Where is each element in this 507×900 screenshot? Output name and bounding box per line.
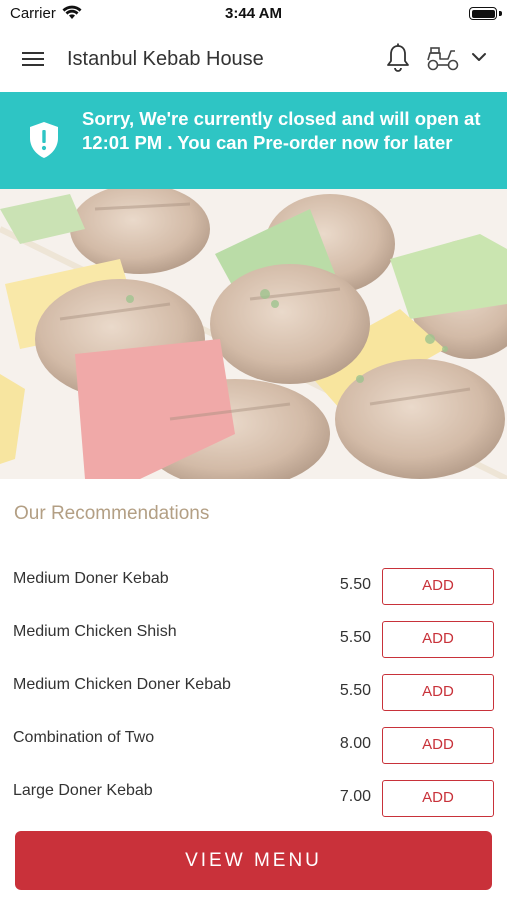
- item-name: Medium Chicken Shish: [13, 623, 177, 640]
- restaurant-title: Istanbul Kebab House: [67, 48, 264, 70]
- item-name: Combination of Two: [13, 729, 155, 746]
- list-item: Medium Chicken Shish 5.50 ADD: [0, 621, 507, 661]
- list-item: Medium Chicken Doner Kebab 5.50 ADD: [0, 674, 507, 714]
- item-price: 8.00: [339, 735, 371, 752]
- chevron-down-icon[interactable]: [470, 50, 488, 64]
- status-time: 3:44 AM: [225, 5, 282, 22]
- add-button[interactable]: ADD: [382, 621, 494, 658]
- view-menu-button[interactable]: VIEW MENU: [15, 831, 492, 890]
- item-price: 7.00: [339, 788, 371, 805]
- kebab-illustration: [0, 189, 507, 479]
- app-header: Istanbul Kebab House: [0, 28, 507, 92]
- banner-message: Sorry, We're currently closed and will o…: [82, 108, 481, 153]
- item-price: 5.50: [339, 576, 371, 593]
- item-price: 5.50: [339, 682, 371, 699]
- add-button[interactable]: ADD: [382, 568, 494, 605]
- scooter-icon[interactable]: [426, 46, 460, 72]
- list-item: Large Doner Kebab 7.00 ADD: [0, 780, 507, 820]
- item-price: 5.50: [339, 629, 371, 646]
- add-button[interactable]: ADD: [382, 727, 494, 764]
- hero-food-image: [0, 189, 507, 479]
- battery-cap: [499, 11, 502, 16]
- status-bar: Carrier 3:44 AM: [0, 0, 507, 28]
- menu-icon[interactable]: [22, 50, 46, 68]
- battery-icon: [469, 7, 497, 20]
- item-name: Medium Chicken Doner Kebab: [13, 676, 231, 693]
- shield-icon: [30, 122, 58, 158]
- bell-icon[interactable]: [385, 43, 411, 73]
- add-button[interactable]: ADD: [382, 780, 494, 817]
- closed-banner: Sorry, We're currently closed and will o…: [0, 92, 507, 189]
- add-button[interactable]: ADD: [382, 674, 494, 711]
- item-name: Medium Doner Kebab: [13, 570, 169, 587]
- recommendations-heading: Our Recommendations: [14, 503, 210, 524]
- item-name: Large Doner Kebab: [13, 782, 153, 799]
- list-item: Medium Doner Kebab 5.50 ADD: [0, 568, 507, 608]
- list-item: Combination of Two 8.00 ADD: [0, 727, 507, 767]
